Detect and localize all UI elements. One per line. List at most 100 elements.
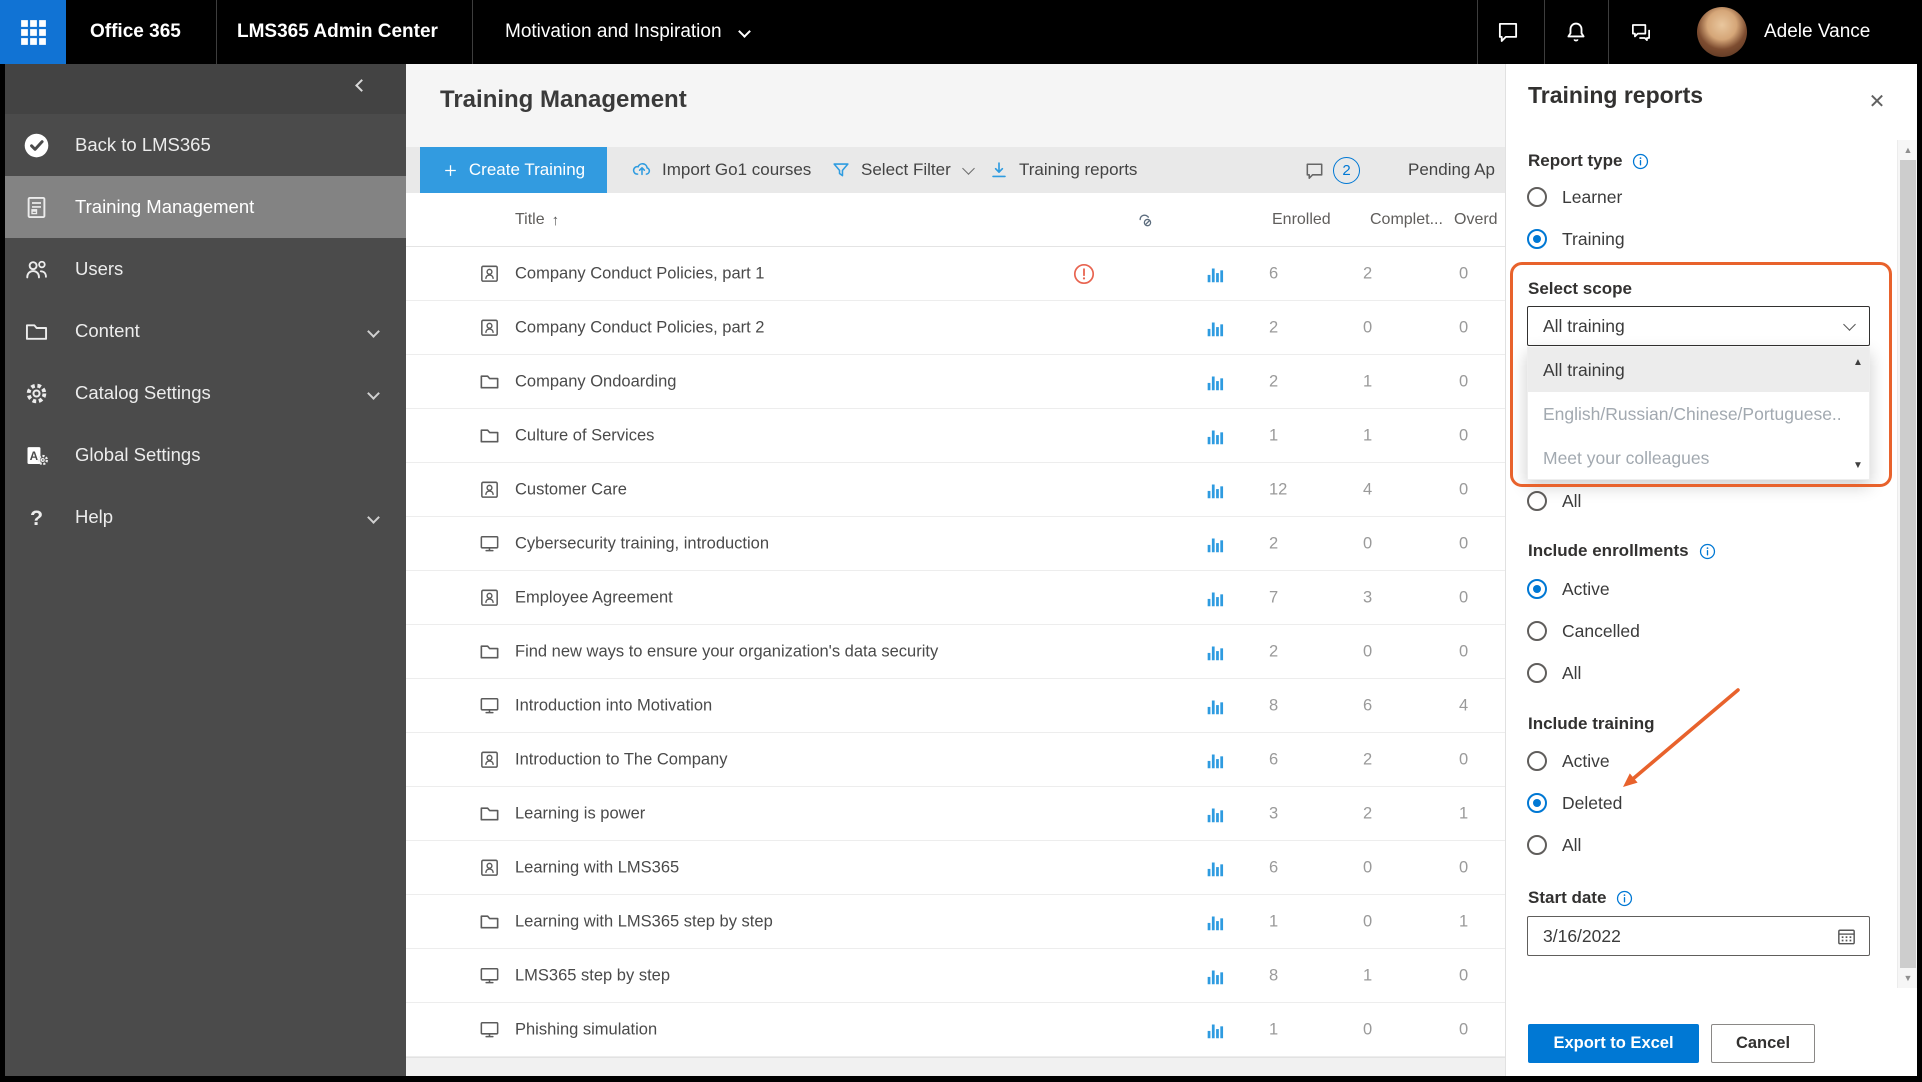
table-row[interactable]: Cybersecurity training, introduction 2 0… bbox=[406, 517, 1505, 571]
app-launcher-button[interactable] bbox=[0, 0, 66, 64]
chart-icon[interactable] bbox=[1204, 479, 1226, 501]
table-row[interactable]: Company Ondoarding 2 1 0 bbox=[406, 355, 1505, 409]
table-row[interactable]: Company Conduct Policies, part 1 6 2 0 bbox=[406, 247, 1505, 301]
table-row[interactable]: LMS365 step by step 8 1 0 bbox=[406, 949, 1505, 1003]
chevron-down-icon[interactable] bbox=[738, 25, 751, 38]
unlink-column-icon[interactable] bbox=[1133, 209, 1155, 231]
radio-option-learner[interactable]: Learner bbox=[1506, 176, 1917, 218]
chart-icon[interactable] bbox=[1204, 533, 1226, 555]
notifications-bell-icon[interactable] bbox=[1563, 19, 1589, 45]
radio-button[interactable] bbox=[1527, 751, 1547, 771]
start-date-input[interactable]: 3/16/2022 bbox=[1527, 916, 1870, 956]
radio-button[interactable] bbox=[1527, 187, 1547, 207]
info-icon[interactable] bbox=[1631, 152, 1650, 171]
chart-icon[interactable] bbox=[1204, 587, 1226, 609]
radio-button[interactable] bbox=[1527, 229, 1547, 249]
sidebar-item-training-management[interactable]: Training Management bbox=[5, 176, 406, 238]
radio-button[interactable] bbox=[1527, 835, 1547, 855]
chart-icon[interactable] bbox=[1204, 317, 1226, 339]
table-row[interactable]: Company Conduct Policies, part 2 2 0 0 bbox=[406, 301, 1505, 355]
radio-option-active[interactable]: Active bbox=[1506, 568, 1917, 610]
table-row[interactable]: Culture of Services 1 1 0 bbox=[406, 409, 1505, 463]
radio-option-active[interactable]: Active bbox=[1506, 740, 1917, 782]
scrollbar-thumb[interactable] bbox=[1900, 160, 1916, 968]
dropdown-option-meet-your-colleagues[interactable]: Meet your colleagues bbox=[1528, 436, 1869, 480]
dropdown-option-all-training[interactable]: All training bbox=[1528, 348, 1869, 392]
select-filter-button[interactable]: Select Filter bbox=[830, 147, 975, 193]
comments-icon[interactable] bbox=[1303, 159, 1326, 182]
listbox-scroll-up-icon[interactable]: ▲ bbox=[1851, 355, 1865, 369]
calendar-icon[interactable] bbox=[1835, 925, 1858, 948]
dropdown-option-english-russian-chinese-portuguese[interactable]: English/Russian/Chinese/Portuguese... bbox=[1528, 392, 1869, 436]
info-icon[interactable] bbox=[1615, 889, 1634, 908]
table-row[interactable]: Customer Care 12 4 0 bbox=[406, 463, 1505, 517]
admin-center-title[interactable]: LMS365 Admin Center bbox=[237, 0, 438, 64]
horizontal-scrollbar[interactable] bbox=[406, 1057, 1505, 1076]
chart-icon[interactable] bbox=[1204, 263, 1226, 285]
sidebar-item-content[interactable]: Content bbox=[5, 300, 406, 362]
cancel-button[interactable]: Cancel bbox=[1711, 1024, 1815, 1063]
radio-option-all[interactable]: All bbox=[1506, 824, 1917, 866]
office-365-brand[interactable]: Office 365 bbox=[90, 0, 181, 64]
lms365-admin-window: Office 365 LMS365 Admin Center Motivatio… bbox=[0, 0, 1922, 1082]
chart-icon[interactable] bbox=[1204, 641, 1226, 663]
chart-icon[interactable] bbox=[1204, 749, 1226, 771]
chart-icon[interactable] bbox=[1204, 425, 1226, 447]
listbox-scroll-down-icon[interactable]: ▼ bbox=[1851, 458, 1865, 472]
create-training-button[interactable]: Create Training bbox=[420, 147, 607, 193]
sidebar-item-global-settings[interactable]: Global Settings bbox=[5, 424, 406, 486]
radio-button[interactable] bbox=[1527, 491, 1547, 511]
column-header-title[interactable]: Title ↑ bbox=[515, 193, 559, 247]
scroll-down-icon[interactable]: ▼ bbox=[1898, 968, 1918, 988]
radio-button[interactable] bbox=[1527, 663, 1547, 683]
radio-option-training[interactable]: Training bbox=[1506, 218, 1917, 260]
scroll-up-icon[interactable]: ▲ bbox=[1898, 140, 1918, 160]
user-name[interactable]: Adele Vance bbox=[1764, 0, 1870, 64]
export-to-excel-button[interactable]: Export to Excel bbox=[1528, 1024, 1699, 1063]
chart-icon[interactable] bbox=[1204, 695, 1226, 717]
chart-icon[interactable] bbox=[1204, 911, 1226, 933]
feedback-icon[interactable] bbox=[1628, 19, 1654, 45]
chart-icon[interactable] bbox=[1204, 965, 1226, 987]
avatar[interactable] bbox=[1697, 7, 1747, 57]
table-row[interactable]: Learning with LMS365 6 0 0 bbox=[406, 841, 1505, 895]
table-row[interactable]: Learning is power 3 2 1 bbox=[406, 787, 1505, 841]
radio-option-all[interactable]: All bbox=[1506, 480, 1917, 522]
table-row[interactable]: Find new ways to ensure your organizatio… bbox=[406, 625, 1505, 679]
panel-scrollbar[interactable]: ▲ ▼ bbox=[1897, 140, 1917, 988]
chart-icon[interactable] bbox=[1204, 857, 1226, 879]
pending-approvals-button[interactable]: Pending Ap bbox=[1408, 147, 1495, 193]
training-reports-button[interactable]: Training reports bbox=[988, 147, 1137, 193]
column-header-overdue[interactable]: Overd bbox=[1454, 193, 1498, 247]
info-icon[interactable] bbox=[1698, 542, 1717, 561]
column-header-enrolled[interactable]: Enrolled bbox=[1272, 193, 1331, 247]
chat-icon[interactable] bbox=[1495, 19, 1521, 45]
chart-icon[interactable] bbox=[1204, 371, 1226, 393]
sidebar-item-users[interactable]: Users bbox=[5, 238, 406, 300]
comments-count-badge[interactable]: 2 bbox=[1333, 157, 1360, 184]
column-header-completed[interactable]: Complet... bbox=[1370, 193, 1443, 247]
scope-dropdown[interactable]: All training bbox=[1527, 306, 1870, 346]
table-row[interactable]: Introduction into Motivation 8 6 4 bbox=[406, 679, 1505, 733]
context-switcher[interactable]: Motivation and Inspiration bbox=[505, 0, 722, 64]
chart-icon[interactable] bbox=[1204, 803, 1226, 825]
radio-option-deleted[interactable]: Deleted bbox=[1506, 782, 1917, 824]
chart-icon[interactable] bbox=[1204, 1019, 1226, 1041]
sidebar-item-catalog-settings[interactable]: Catalog Settings bbox=[5, 362, 406, 424]
table-row[interactable]: Introduction to The Company 6 2 0 bbox=[406, 733, 1505, 787]
radio-button[interactable] bbox=[1527, 621, 1547, 641]
overdue-count: 0 bbox=[1459, 642, 1469, 660]
collapse-sidebar-icon[interactable] bbox=[355, 79, 368, 92]
import-go1-button[interactable]: Import Go1 courses bbox=[631, 147, 811, 193]
warning-icon[interactable] bbox=[1072, 262, 1096, 286]
sidebar-item-back-to-lms365[interactable]: Back to LMS365 bbox=[5, 114, 406, 176]
radio-option-cancelled[interactable]: Cancelled bbox=[1506, 610, 1917, 652]
table-row[interactable]: Employee Agreement 7 3 0 bbox=[406, 571, 1505, 625]
radio-button[interactable] bbox=[1527, 793, 1547, 813]
table-row[interactable]: Learning with LMS365 step by step 1 0 1 bbox=[406, 895, 1505, 949]
close-icon[interactable]: ✕ bbox=[1862, 86, 1892, 116]
sidebar-item-help[interactable]: Help bbox=[5, 486, 406, 548]
radio-option-all[interactable]: All bbox=[1506, 652, 1917, 694]
table-row[interactable]: Phishing simulation 1 0 0 bbox=[406, 1003, 1505, 1057]
radio-button[interactable] bbox=[1527, 579, 1547, 599]
